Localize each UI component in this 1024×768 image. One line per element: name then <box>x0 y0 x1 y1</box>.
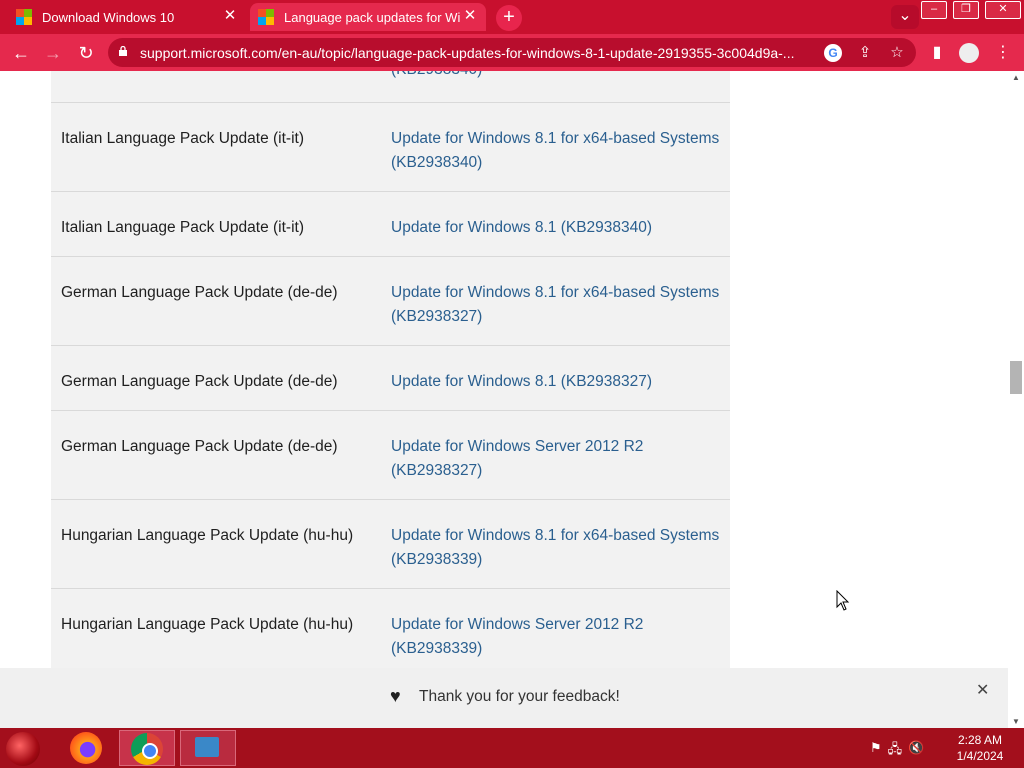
new-tab-button[interactable]: + <box>496 5 522 31</box>
table-row: (KB2938340) <box>51 71 730 103</box>
table-row: Italian Language Pack Update (it-it) Upd… <box>51 103 730 192</box>
scroll-down-icon[interactable]: ▼ <box>1008 717 1024 726</box>
page-scrollbar[interactable]: ▲ ▼ <box>1008 71 1024 728</box>
language-pack-name: German Language Pack Update (de-de) <box>61 438 338 455</box>
minimize-button[interactable]: – <box>921 1 947 19</box>
close-tab-icon[interactable]: ✕ <box>222 8 238 24</box>
feedback-banner: ♥ Thank you for your feedback! ✕ <box>0 668 1008 728</box>
language-pack-name: German Language Pack Update (de-de) <box>61 284 338 301</box>
update-link[interactable]: Update for Windows 8.1 for x64-based Sys… <box>381 500 721 588</box>
table-row: Hungarian Language Pack Update (hu-hu) U… <box>51 589 730 668</box>
tab-title: Language pack updates for Windo <box>284 9 460 25</box>
network-icon[interactable]: 🖧 <box>888 740 903 762</box>
table-row: German Language Pack Update (de-de) Upda… <box>51 411 730 500</box>
language-pack-table: (KB2938340) Italian Language Pack Update… <box>51 71 730 668</box>
google-lens-icon[interactable]: G <box>824 44 842 62</box>
update-link[interactable]: Update for Windows Server 2012 R2 (KB293… <box>381 411 721 499</box>
table-row: Hungarian Language Pack Update (hu-hu) U… <box>51 500 730 589</box>
scrollbar-thumb[interactable] <box>1010 361 1022 394</box>
update-link[interactable]: Update for Windows 8.1 for x64-based Sys… <box>381 257 721 345</box>
volume-muted-icon[interactable]: 🔇 <box>908 740 924 762</box>
language-pack-name: German Language Pack Update (de-de) <box>61 373 338 390</box>
close-window-button[interactable]: ✕ <box>985 1 1021 19</box>
taskbar-firefox[interactable] <box>58 730 114 766</box>
taskbar-app[interactable] <box>180 730 236 766</box>
tab-strip: Download Windows 10 ✕ Language pack upda… <box>0 0 1024 34</box>
table-row: German Language Pack Update (de-de) Upda… <box>51 257 730 346</box>
tab-download-windows-10[interactable]: Download Windows 10 ✕ <box>8 3 246 31</box>
share-icon[interactable]: ⇪ <box>856 44 874 62</box>
update-link[interactable]: Update for Windows 8.1 for x64-based Sys… <box>381 103 721 191</box>
update-link[interactable]: Update for Windows 8.1 (KB2938340) <box>381 192 721 256</box>
close-feedback-icon[interactable]: ✕ <box>976 680 989 700</box>
tab-language-pack-updates[interactable]: Language pack updates for Windo ✕ <box>250 3 486 31</box>
clock-date: 1/4/2024 <box>956 749 1004 763</box>
browser-toolbar: ← → ↻ support.microsoft.com/en-au/topic/… <box>0 34 1024 71</box>
restore-button[interactable]: ❐ <box>953 1 979 19</box>
clock-time: 2:28 AM <box>957 733 1003 747</box>
language-pack-name: Italian Language Pack Update (it-it) <box>61 219 304 236</box>
url-text: support.microsoft.com/en-au/topic/langua… <box>140 45 795 61</box>
start-button[interactable] <box>6 732 40 766</box>
forward-button[interactable]: → <box>40 40 66 66</box>
language-pack-name: Italian Language Pack Update (it-it) <box>61 130 304 147</box>
update-link[interactable]: Update for Windows 8.1 (KB2938327) <box>381 346 721 410</box>
windows-taskbar: ⚑ 🖧 🔇 2:28 AM 1/4/2024 <box>0 728 1024 768</box>
taskbar-chrome[interactable] <box>119 730 175 766</box>
update-link[interactable]: Update for Windows Server 2012 R2 (KB293… <box>381 589 721 668</box>
mouse-cursor-icon <box>836 590 850 611</box>
microsoft-logo-icon <box>16 9 32 25</box>
language-pack-name: Hungarian Language Pack Update (hu-hu) <box>61 616 354 633</box>
page-viewport: (KB2938340) Italian Language Pack Update… <box>0 71 1008 668</box>
app-window-icon <box>195 737 219 757</box>
update-link[interactable]: (KB2938340) <box>381 71 721 102</box>
tab-title: Download Windows 10 <box>42 9 175 25</box>
microsoft-logo-icon <box>258 9 274 25</box>
heart-icon: ♥ <box>390 686 401 706</box>
tab-search-button[interactable]: ⌄ <box>891 5 919 29</box>
taskbar-clock[interactable]: 2:28 AM 1/4/2024 <box>952 732 1008 764</box>
window-controls: – ❐ ✕ <box>918 0 1024 20</box>
reload-button[interactable]: ↻ <box>73 40 99 66</box>
side-panel-icon[interactable]: ▮ <box>925 40 949 66</box>
table-row: Italian Language Pack Update (it-it) Upd… <box>51 192 730 257</box>
feedback-message: Thank you for your feedback! <box>419 688 620 705</box>
firefox-icon <box>70 732 102 764</box>
table-row: German Language Pack Update (de-de) Upda… <box>51 346 730 411</box>
close-tab-icon[interactable]: ✕ <box>462 8 478 24</box>
scroll-up-icon[interactable]: ▲ <box>1008 73 1024 82</box>
profile-avatar-icon[interactable] <box>957 40 981 66</box>
language-pack-name: Hungarian Language Pack Update (hu-hu) <box>61 527 354 544</box>
system-tray: ⚑ 🖧 🔇 <box>870 740 924 762</box>
flag-icon[interactable]: ⚑ <box>870 740 882 762</box>
bookmark-star-icon[interactable]: ☆ <box>888 44 906 62</box>
lock-icon <box>119 46 127 56</box>
menu-kebab-icon[interactable]: ⋮ <box>991 40 1015 66</box>
back-button[interactable]: ← <box>8 40 34 66</box>
address-bar[interactable]: support.microsoft.com/en-au/topic/langua… <box>108 38 916 67</box>
